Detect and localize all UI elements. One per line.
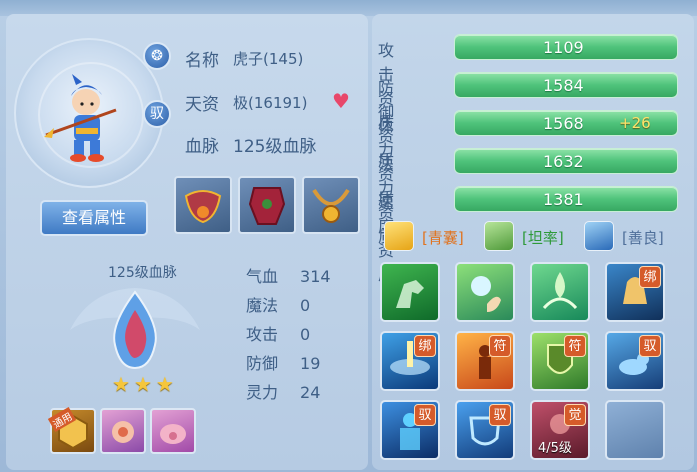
equipment-slot-necklace[interactable]: [302, 176, 360, 234]
horse-icon: [396, 280, 424, 308]
equipment-slot-armor[interactable]: [238, 176, 296, 234]
aptitude-value: 1381: [543, 190, 584, 209]
bloodline-item-3[interactable]: [150, 408, 196, 454]
skill-slot-1[interactable]: [380, 262, 440, 322]
stat-value: 0: [300, 325, 311, 344]
equipment-slot-collar[interactable]: [174, 176, 232, 234]
trait-qingnang-icon[interactable]: [384, 221, 414, 251]
stat-value: 314: [300, 267, 331, 286]
stat-value: 24: [300, 383, 321, 402]
aptitude-bonus: +26: [619, 114, 651, 132]
view-attributes-button[interactable]: 查看属性: [40, 200, 148, 236]
skill-slot-9[interactable]: 驭: [380, 400, 440, 460]
skill-badge-bind: 绑: [639, 266, 661, 288]
stat-label: 攻击: [246, 325, 279, 344]
aptitude-bar: 1109: [454, 34, 678, 60]
skill-badge-bind: 绑: [414, 335, 436, 357]
skill-slot-6[interactable]: 符: [455, 331, 515, 391]
bloodline-title: 125级血脉: [108, 265, 177, 281]
trait-shanliang: [善良]: [622, 229, 664, 247]
stat-row: 气血 314: [246, 262, 331, 291]
heart-icon[interactable]: ♥: [332, 89, 350, 113]
aptitude-bar: 1568 +26: [454, 110, 678, 136]
skill-slot-10[interactable]: 驭: [455, 400, 515, 460]
stat-value: 19: [300, 354, 321, 373]
collar-icon: [184, 190, 222, 224]
skill-level-text: 4/5级: [538, 441, 572, 456]
trait-tanshuai: [坦率]: [522, 229, 564, 247]
pet-portrait: [14, 38, 164, 188]
skill-slot-4[interactable]: 绑: [605, 262, 665, 322]
skill-slot-5[interactable]: 绑: [380, 331, 440, 391]
name-value: 虎子(145): [233, 50, 304, 68]
palm-icon: [471, 276, 501, 312]
skill-slot-2[interactable]: [455, 262, 515, 322]
skill-slot-3[interactable]: [530, 262, 590, 322]
aptitude-bar: 1381: [454, 186, 678, 212]
skill-badge-ride: 驭: [489, 404, 511, 426]
skill-slot-8[interactable]: 驭: [605, 331, 665, 391]
aptitude-label: 天资: [185, 95, 219, 115]
bloodline-label: 血脉: [185, 137, 219, 157]
stat-value: 0: [300, 296, 311, 315]
creature-icon: [112, 421, 134, 443]
skill-badge-ride: 驭: [414, 404, 436, 426]
star-icon: ★: [133, 372, 152, 396]
aptitude-value: 极(16191): [233, 94, 308, 112]
stat-label: 灵力: [246, 383, 279, 402]
aptitude-value: 1584: [543, 76, 584, 95]
spirit-icon: [542, 272, 578, 310]
aptitude-value: 1568: [543, 114, 584, 133]
aptitude-bar: 1632: [454, 148, 678, 174]
trait-qingnang: [青囊]: [422, 229, 464, 247]
skill-slot-7[interactable]: 符: [530, 331, 590, 391]
bloodline-item-1[interactable]: 通用: [47, 407, 96, 454]
stat-label: 魔法: [246, 296, 279, 315]
skill-badge-ride: 驭: [639, 335, 661, 357]
aptitude-bar: 1584: [454, 72, 678, 98]
skill-slot-11[interactable]: 觉 4/5级: [530, 400, 590, 460]
trait-tanshuai-icon[interactable]: [484, 221, 514, 251]
name-label: 名称: [185, 51, 219, 71]
skill-badge-awaken: 觉: [564, 404, 586, 426]
stats-list: 气血 314 魔法 0 攻击 0 防御 19 灵力 24: [246, 262, 331, 407]
pig-icon: [160, 424, 186, 444]
star-icon: ★: [155, 372, 174, 396]
ride-button[interactable]: 驭: [143, 100, 171, 128]
stat-label: 防御: [246, 354, 279, 373]
stat-row: 灵力 24: [246, 378, 331, 407]
stat-row: 防御 19: [246, 349, 331, 378]
skill-badge-talisman: 符: [564, 335, 586, 357]
bloodline-emblem: [70, 288, 200, 370]
pet-element-button[interactable]: ❂: [143, 42, 171, 70]
armor-icon: [248, 187, 286, 225]
star-icon: ★: [112, 372, 130, 396]
stat-row: 攻击 0: [246, 320, 331, 349]
skill-badge-talisman: 符: [489, 335, 511, 357]
aptitude-value: 1632: [543, 152, 584, 171]
stat-row: 魔法 0: [246, 291, 331, 320]
bloodline-value: 125级血脉: [233, 137, 317, 157]
stat-label: 气血: [246, 267, 279, 286]
trait-shanliang-icon[interactable]: [584, 221, 614, 251]
bloodline-item-2[interactable]: [100, 408, 146, 454]
skill-slot-empty[interactable]: [605, 400, 665, 460]
necklace-icon: [312, 188, 350, 223]
star-rating: ★ ★ ★: [112, 372, 174, 396]
aptitude-value: 1109: [543, 38, 584, 57]
